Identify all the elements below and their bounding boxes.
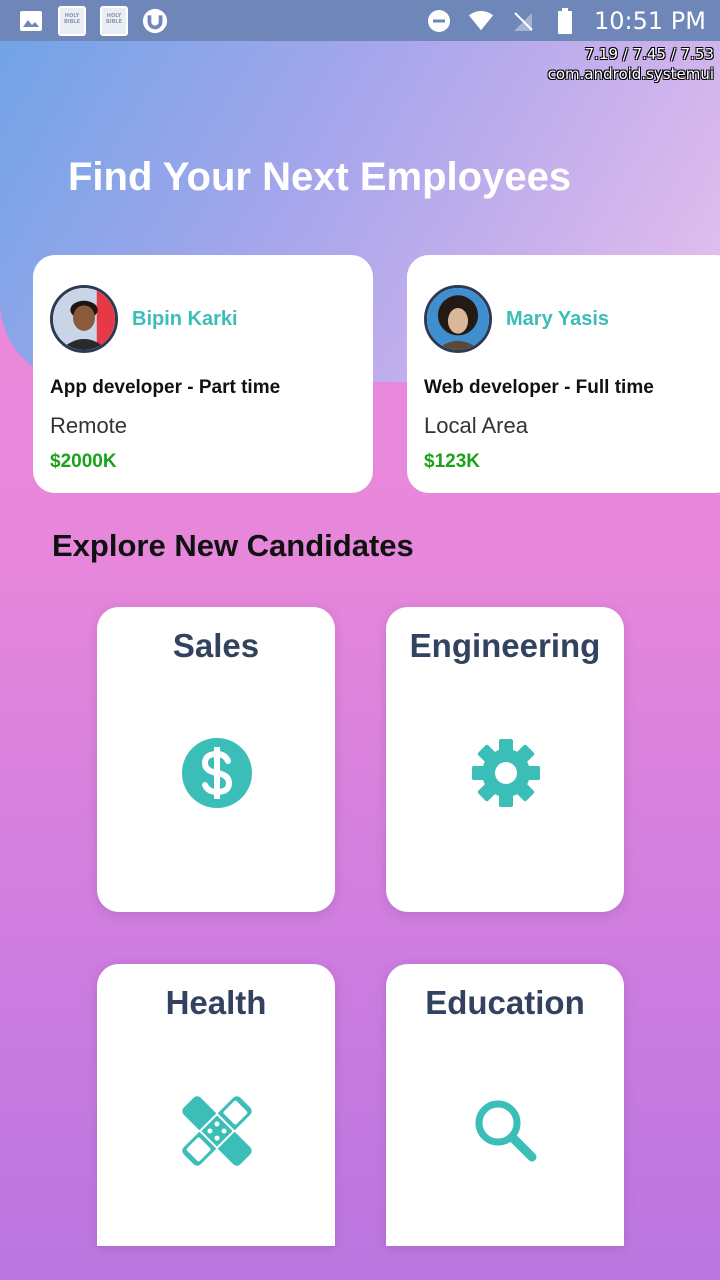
job-title: App developer - Part time xyxy=(50,377,281,398)
job-location: Remote xyxy=(50,413,128,438)
job-location: Local Area xyxy=(424,413,528,438)
job-title: Web developer - Full time xyxy=(424,377,654,398)
job-card[interactable]: Mary Yasis Web developer - Full time Loc… xyxy=(407,255,720,493)
job-card[interactable]: Bipin Karki App developer - Part time Re… xyxy=(33,255,373,493)
clock: 10:51 PM xyxy=(594,6,706,35)
candidate-name[interactable]: Bipin Karki xyxy=(132,308,238,331)
bible-app-icon-2: HOLY BIBLE xyxy=(100,5,128,36)
battery-icon xyxy=(552,7,578,34)
page-title: Find Your Next Employees xyxy=(68,155,572,199)
category-label: Education xyxy=(425,984,585,1021)
category-card-education[interactable]: Education xyxy=(386,964,624,1246)
wifi-icon xyxy=(468,8,494,34)
candidate-name[interactable]: Mary Yasis xyxy=(506,308,609,331)
utorrent-icon xyxy=(142,8,168,34)
category-label: Sales xyxy=(172,627,260,664)
debug-load-average: 7.19 / 7.45 / 7.53 xyxy=(584,45,714,63)
gallery-icon xyxy=(18,8,44,34)
search-icon xyxy=(470,1095,542,1167)
do-not-disturb-icon xyxy=(426,8,452,34)
bible-app-icon: HOLY BIBLE xyxy=(58,5,86,36)
debug-process-name: com.android.systemui xyxy=(547,65,714,83)
gear-icon xyxy=(470,737,542,809)
category-card-health[interactable]: Health xyxy=(97,964,335,1246)
dollar-icon xyxy=(181,737,253,809)
category-card-engineering[interactable]: Engineering xyxy=(386,607,624,912)
category-label: Health xyxy=(165,984,267,1021)
job-pay: $123K xyxy=(424,451,480,472)
category-label: Engineering xyxy=(409,627,601,664)
category-card-sales[interactable]: Sales xyxy=(97,607,335,912)
section-title: Explore New Candidates xyxy=(52,528,414,563)
avatar xyxy=(424,285,492,353)
bandage-icon xyxy=(181,1095,253,1167)
status-bar: HOLY BIBLE HOLY BIBLE 10:51 PM xyxy=(0,0,720,41)
avatar xyxy=(50,285,118,353)
no-signal-icon xyxy=(510,8,536,34)
job-pay: $2000K xyxy=(50,451,117,472)
debug-overlay: 7.19 / 7.45 / 7.53 com.android.systemui xyxy=(548,44,714,84)
